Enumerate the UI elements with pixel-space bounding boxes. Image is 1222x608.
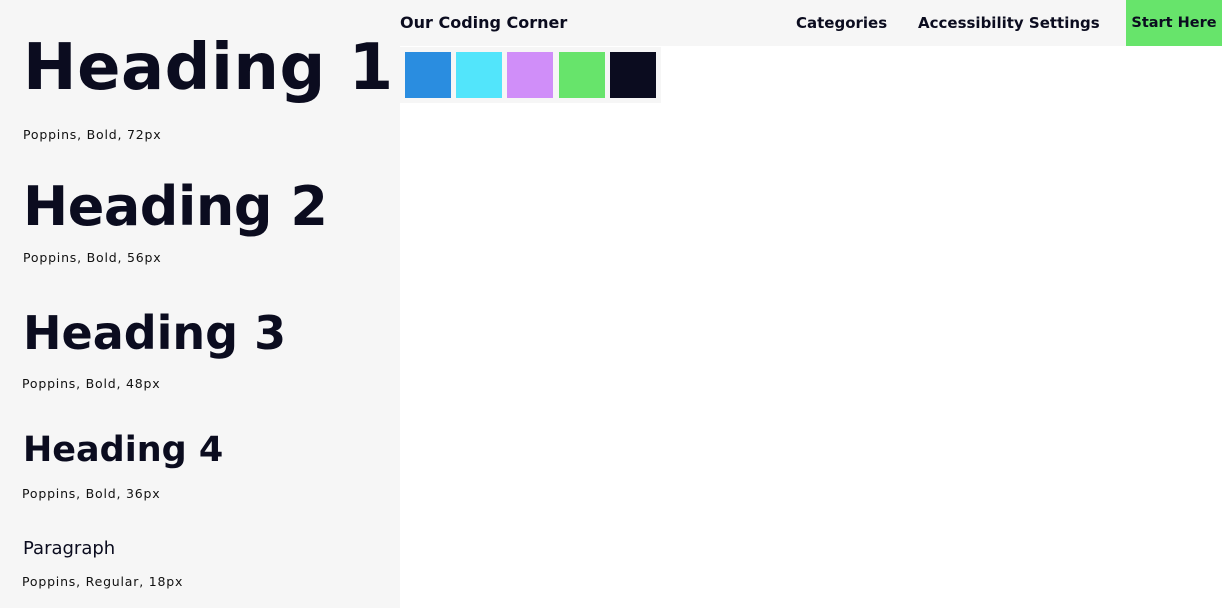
- brand-link[interactable]: Our Coding Corner: [400, 13, 567, 32]
- heading-4-sample: Heading 4: [23, 430, 224, 470]
- heading-1-sample: Heading 1: [23, 31, 394, 105]
- typography-panel: Heading 1 Poppins, Bold, 72px Heading 2 …: [0, 0, 400, 608]
- start-here-button[interactable]: Start Here: [1126, 0, 1222, 46]
- swatch-purple: [507, 52, 553, 98]
- heading-1-spec: Poppins, Bold, 72px: [23, 127, 162, 142]
- swatch-navy: [610, 52, 656, 98]
- paragraph-spec: Poppins, Regular, 18px: [22, 574, 184, 589]
- heading-2-sample: Heading 2: [23, 175, 328, 238]
- heading-2-spec: Poppins, Bold, 56px: [23, 250, 162, 265]
- nav-link-accessibility-settings[interactable]: Accessibility Settings: [918, 14, 1100, 32]
- paragraph-sample: Paragraph: [23, 538, 116, 559]
- swatch-green: [559, 52, 605, 98]
- color-palette: [400, 47, 661, 103]
- heading-3-sample: Heading 3: [23, 306, 287, 360]
- nav-link-categories[interactable]: Categories: [796, 14, 887, 32]
- swatch-cyan: [456, 52, 502, 98]
- heading-4-spec: Poppins, Bold, 36px: [22, 486, 161, 501]
- top-nav: Our Coding Corner Categories Accessibili…: [400, 0, 1222, 46]
- swatch-blue: [405, 52, 451, 98]
- heading-3-spec: Poppins, Bold, 48px: [22, 376, 161, 391]
